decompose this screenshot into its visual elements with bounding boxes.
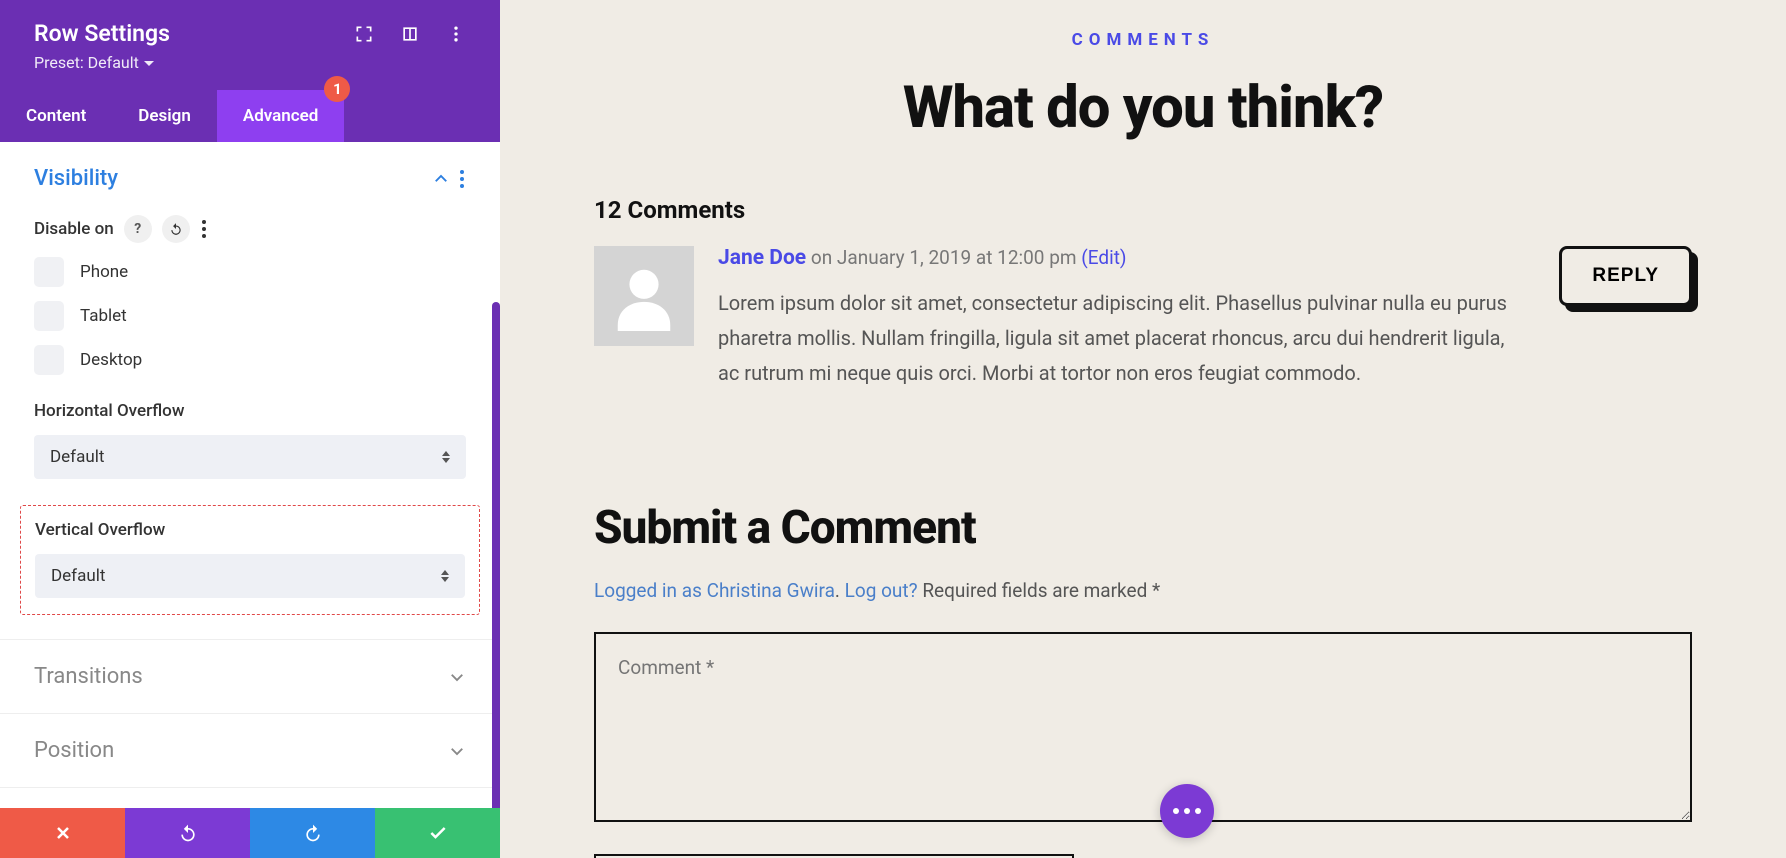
chevron-up-icon (432, 170, 450, 188)
cancel-button[interactable] (0, 808, 125, 858)
checkbox-tablet[interactable] (34, 301, 64, 331)
chevron-down-icon (448, 742, 466, 760)
tab-advanced[interactable]: Advanced 1 (217, 90, 345, 142)
section-transitions-header[interactable]: Transitions (0, 640, 500, 713)
fab-more-button[interactable] (1160, 784, 1214, 838)
reply-button[interactable]: REPLY (1559, 246, 1692, 306)
checkbox-phone[interactable] (34, 257, 64, 287)
panel-footer (0, 808, 500, 858)
tabs: Content Design Advanced 1 (0, 90, 500, 142)
more-icon[interactable] (446, 24, 466, 44)
preset-label: Preset: Default (34, 53, 139, 72)
required-note: Required fields are marked * (922, 579, 1160, 602)
chevron-down-icon (143, 57, 155, 69)
checkbox-desktop-label: Desktop (80, 350, 142, 370)
select-caret-icon (442, 451, 450, 463)
tab-content[interactable]: Content (0, 90, 112, 142)
logged-in-link[interactable]: Logged in as Christina Gwira (594, 579, 835, 602)
reset-icon[interactable] (162, 215, 190, 243)
disable-on-label: Disable on ? (34, 215, 466, 243)
v-overflow-select[interactable]: Default (35, 554, 465, 598)
comment-count: 12 Comments (594, 196, 1692, 224)
settings-panel: Row Settings Preset: Default Content (0, 0, 500, 858)
section-scroll-header[interactable]: Scroll Effects (0, 788, 500, 808)
submit-meta: Logged in as Christina Gwira. Log out? R… (594, 579, 1692, 602)
h-overflow-select[interactable]: Default (34, 435, 466, 479)
section-visibility-header[interactable]: Visibility (0, 142, 500, 215)
redo-button[interactable] (250, 808, 375, 858)
comment-date: on January 1, 2019 at 12:00 pm (811, 246, 1077, 269)
comment-text: Lorem ipsum dolor sit amet, consectetur … (718, 286, 1515, 391)
field-more-icon[interactable] (202, 220, 206, 238)
section-more-icon[interactable] (460, 170, 466, 188)
chevron-down-icon (448, 668, 466, 686)
checkbox-tablet-label: Tablet (80, 306, 127, 326)
logout-link[interactable]: Log out? (845, 579, 918, 602)
eyebrow: COMMENTS (594, 30, 1692, 50)
preview-area: COMMENTS What do you think? 12 Comments … (500, 0, 1786, 858)
h-overflow-label: Horizontal Overflow (34, 401, 466, 421)
layout-icon[interactable] (400, 24, 420, 44)
section-transitions-title: Transitions (34, 664, 143, 689)
name-input[interactable] (594, 854, 1074, 858)
panel-body: Visibility Disable on ? (0, 142, 500, 808)
panel-header: Row Settings Preset: Default (0, 0, 500, 90)
undo-button[interactable] (125, 808, 250, 858)
v-overflow-label: Vertical Overflow (35, 520, 465, 540)
help-icon[interactable]: ? (124, 215, 152, 243)
panel-title: Row Settings (34, 20, 354, 47)
avatar (594, 246, 694, 346)
section-position-header[interactable]: Position (0, 714, 500, 787)
tab-badge: 1 (324, 76, 350, 102)
select-caret-icon (441, 570, 449, 582)
comment-input[interactable] (594, 632, 1692, 822)
save-button[interactable] (375, 808, 500, 858)
h-overflow-value: Default (50, 447, 442, 467)
checkbox-desktop[interactable] (34, 345, 64, 375)
tab-design[interactable]: Design (112, 90, 217, 142)
tab-advanced-label: Advanced (243, 106, 319, 126)
edit-link[interactable]: (Edit) (1081, 246, 1126, 269)
scrollbar[interactable] (492, 302, 500, 808)
v-overflow-value: Default (51, 566, 441, 586)
page-title: What do you think? (594, 74, 1692, 142)
comment-author[interactable]: Jane Doe (718, 246, 806, 270)
section-visibility-title: Visibility (34, 166, 118, 191)
v-overflow-block: Vertical Overflow Default (20, 505, 480, 615)
checkbox-phone-label: Phone (80, 262, 128, 282)
comment: Jane Doe on January 1, 2019 at 12:00 pm … (594, 246, 1692, 391)
expand-icon[interactable] (354, 24, 374, 44)
submit-title: Submit a Comment (594, 501, 1692, 555)
section-position-title: Position (34, 738, 114, 763)
dots-icon (1173, 808, 1201, 814)
preset-dropdown[interactable]: Preset: Default (34, 53, 354, 72)
